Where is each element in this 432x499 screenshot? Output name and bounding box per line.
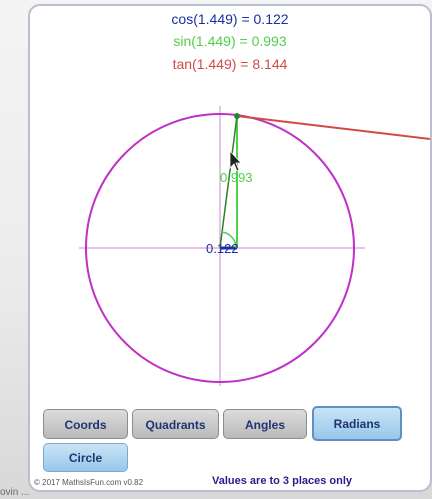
- corner-caption: ovin ...: [0, 487, 30, 498]
- tangent-line: [236, 115, 430, 140]
- coords-button[interactable]: Coords: [43, 409, 128, 439]
- radians-button[interactable]: Radians: [312, 406, 402, 441]
- cos-value-label: 0.122: [206, 241, 239, 256]
- precision-note: Values are to 3 places only: [212, 475, 353, 487]
- mouse-cursor-icon: [229, 149, 242, 172]
- quadrants-button[interactable]: Quadrants: [132, 409, 219, 439]
- sin-value-label: 0.993: [220, 170, 253, 185]
- angles-button[interactable]: Angles: [223, 409, 307, 439]
- copyright-text: © 2017 MathsIsFun.com v0.82: [34, 478, 144, 487]
- angle-point-handle[interactable]: [234, 113, 240, 119]
- circle-button[interactable]: Circle: [43, 443, 128, 472]
- unit-circle-panel: cos(1.449) = 0.122 sin(1.449) = 0.993 ta…: [28, 4, 432, 492]
